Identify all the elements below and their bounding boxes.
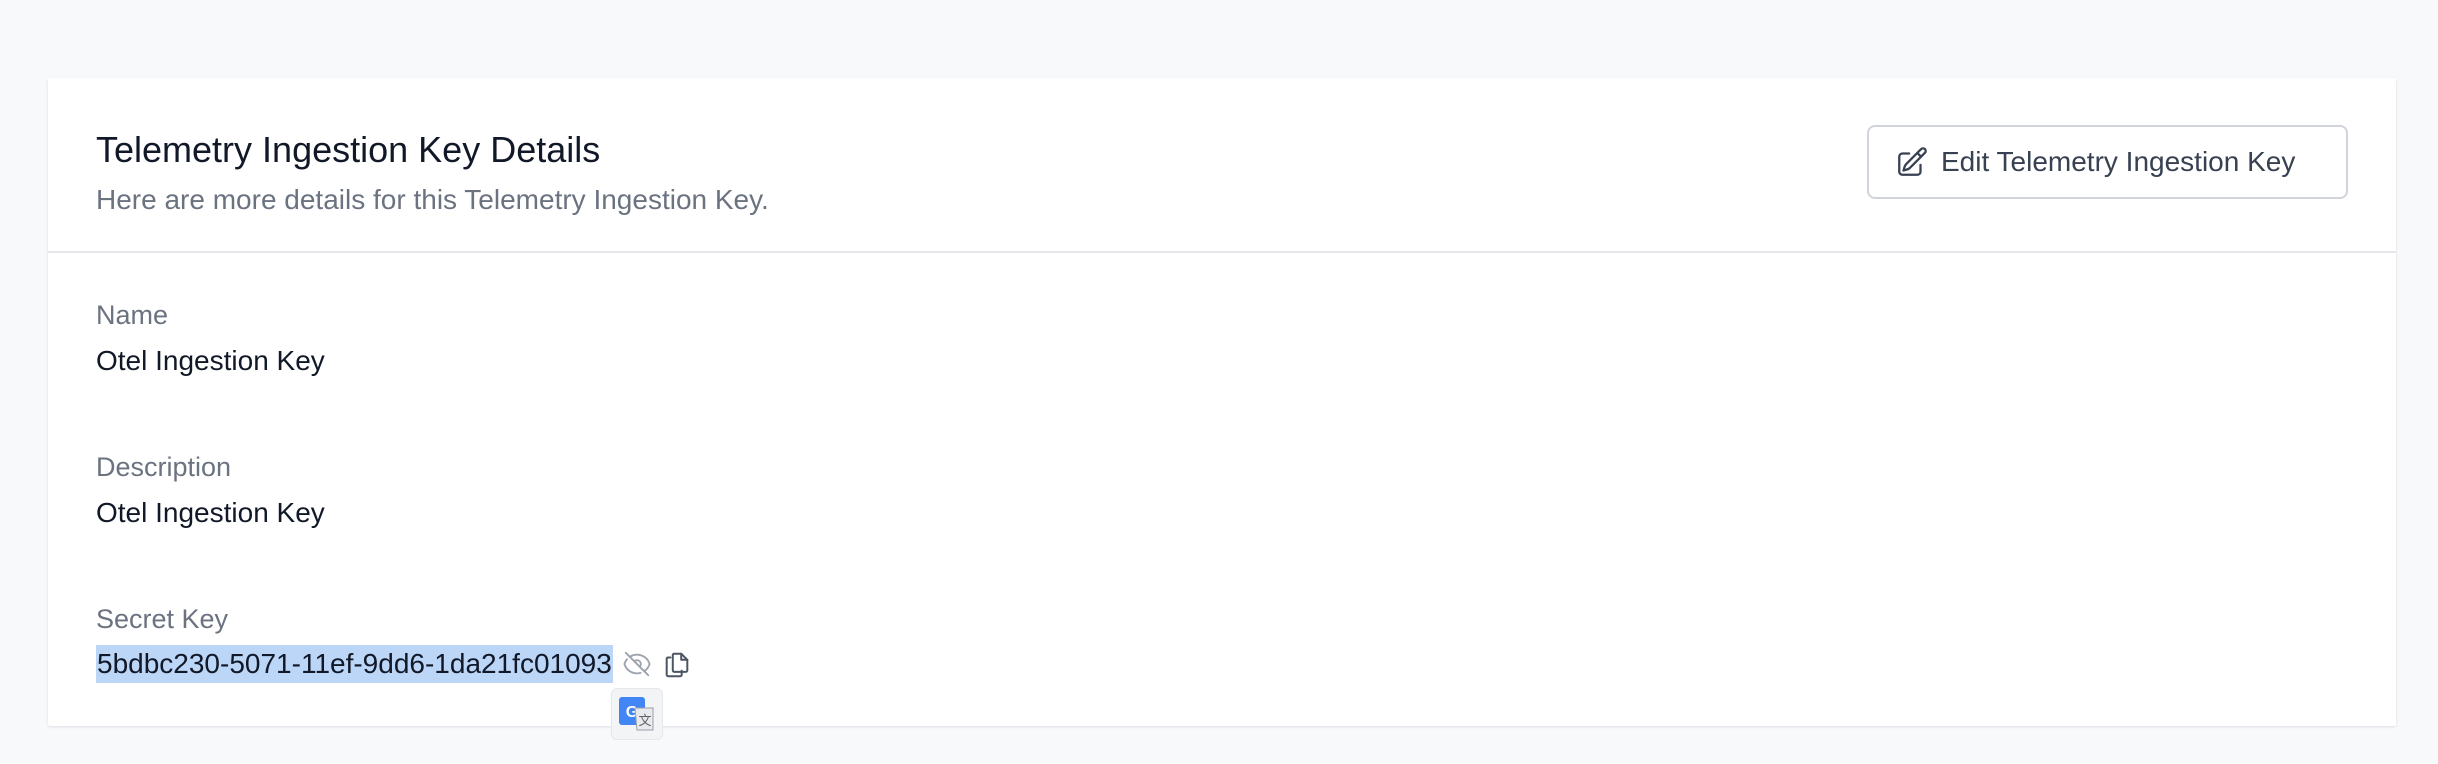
svg-text:文: 文 [638, 713, 651, 728]
page-title: Telemetry Ingestion Key Details [96, 129, 601, 170]
page-subtitle: Here are more details for this Telemetry… [96, 184, 769, 215]
eye-slash-icon[interactable] [621, 648, 653, 680]
name-value: Otel Ingestion Key [96, 345, 325, 376]
card-header: Telemetry Ingestion Key Details Here are… [48, 78, 2396, 253]
edit-telemetry-ingestion-key-button[interactable]: Edit Telemetry Ingestion Key [1867, 125, 2348, 199]
description-value: Otel Ingestion Key [96, 497, 325, 528]
description-label: Description [96, 452, 232, 482]
secret-key-label: Secret Key [96, 604, 229, 634]
telemetry-key-details-card: Telemetry Ingestion Key Details Here are… [48, 78, 2396, 726]
copy-icon[interactable] [661, 648, 693, 680]
edit-button-label: Edit Telemetry Ingestion Key [1941, 146, 2296, 177]
secret-key-row: 5bdbc230-5071-11ef-9dd6-1da21fc01093 [96, 644, 693, 684]
pencil-square-icon [1895, 145, 1929, 179]
google-translate-icon[interactable]: G 文 [611, 688, 663, 740]
name-label: Name [96, 300, 169, 330]
secret-key-value[interactable]: 5bdbc230-5071-11ef-9dd6-1da21fc01093 [96, 645, 613, 683]
